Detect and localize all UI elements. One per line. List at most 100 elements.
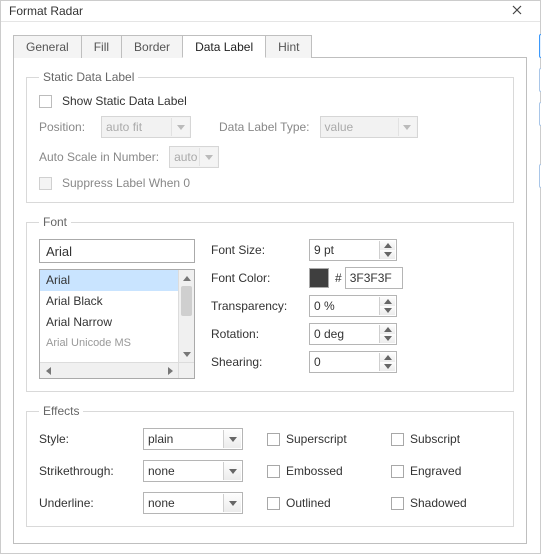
subscript-checkbox[interactable]	[391, 433, 404, 446]
font-size-spinner[interactable]: 9 pt	[309, 239, 397, 261]
scroll-right-icon[interactable]	[162, 363, 178, 378]
chevron-down-icon	[398, 118, 416, 136]
transparency-label: Transparency:	[211, 299, 301, 313]
list-item[interactable]: Arial Black	[40, 291, 178, 312]
scroll-down-icon[interactable]	[179, 346, 194, 362]
font-color-label: Font Color:	[211, 271, 301, 285]
engraved-checkbox[interactable]	[391, 465, 404, 478]
horizontal-scrollbar[interactable]	[40, 362, 178, 378]
underline-value: none	[148, 496, 175, 510]
vertical-scrollbar[interactable]	[178, 270, 194, 362]
titlebar: Format Radar	[1, 1, 540, 22]
chevron-down-icon	[223, 430, 241, 448]
transparency-spinner[interactable]: 0 %	[309, 295, 397, 317]
tab-general[interactable]: General	[13, 35, 82, 58]
font-size-label: Font Size:	[211, 243, 301, 257]
strikethrough-label: Strikethrough:	[39, 464, 129, 478]
underline-label: Underline:	[39, 496, 129, 510]
main-area: General Fill Border Data Label Hint Stat…	[13, 34, 527, 544]
position-value: auto fit	[106, 120, 142, 134]
dialog-body: General Fill Border Data Label Hint Stat…	[1, 22, 540, 556]
spin-down-icon[interactable]	[380, 250, 395, 259]
scroll-up-icon[interactable]	[179, 270, 194, 286]
auto-scale-select: auto	[169, 146, 219, 168]
suppress-checkbox	[39, 177, 52, 190]
shadowed-label: Shadowed	[410, 496, 467, 510]
style-value: plain	[148, 432, 173, 446]
chevron-down-icon	[223, 462, 241, 480]
auto-scale-label: Auto Scale in Number:	[39, 150, 159, 164]
window-title: Format Radar	[9, 4, 502, 18]
data-label-type-label: Data Label Type:	[219, 120, 310, 134]
font-list-items: Arial Arial Black Arial Narrow Arial Uni…	[40, 270, 178, 362]
style-label: Style:	[39, 432, 129, 446]
chevron-down-icon	[199, 148, 217, 166]
style-select[interactable]: plain	[143, 428, 243, 450]
chevron-down-icon	[171, 118, 189, 136]
list-item[interactable]: Arial Unicode MS	[40, 333, 178, 354]
font-props-column: Font Size: 9 pt Font Color: #	[211, 239, 501, 379]
embossed-checkbox[interactable]	[267, 465, 280, 478]
embossed-label: Embossed	[286, 464, 343, 478]
show-static-checkbox[interactable]	[39, 95, 52, 108]
close-icon	[512, 5, 522, 15]
effects-legend: Effects	[39, 404, 83, 418]
tab-hint[interactable]: Hint	[265, 35, 312, 58]
close-button[interactable]	[502, 1, 532, 21]
tab-border[interactable]: Border	[121, 35, 183, 58]
rotation-spinner[interactable]: 0 deg	[309, 323, 397, 345]
color-hex-input[interactable]: 3F3F3F	[345, 267, 403, 289]
scroll-corner	[178, 362, 194, 378]
spin-down-icon[interactable]	[380, 306, 395, 315]
rotation-label: Rotation:	[211, 327, 301, 341]
static-data-label-group: Static Data Label Show Static Data Label…	[26, 70, 514, 203]
shearing-spinner[interactable]: 0	[309, 351, 397, 373]
font-legend: Font	[39, 215, 71, 229]
underline-select[interactable]: none	[143, 492, 243, 514]
position-select: auto fit	[101, 116, 191, 138]
strikethrough-value: none	[148, 464, 175, 478]
list-item[interactable]: Arial Narrow	[40, 312, 178, 333]
spin-down-icon[interactable]	[380, 334, 395, 343]
font-group: Font Arial Arial Arial Black Arial Narro…	[26, 215, 514, 392]
font-family-value: Arial	[46, 244, 72, 259]
dialog-window: Format Radar General Fill Border Data La…	[0, 0, 541, 554]
font-family-column: Arial Arial Arial Black Arial Narrow Ari…	[39, 239, 195, 379]
data-label-type-select: value	[320, 116, 418, 138]
outlined-label: Outlined	[286, 496, 331, 510]
strikethrough-select[interactable]: none	[143, 460, 243, 482]
suppress-label: Suppress Label When 0	[62, 176, 190, 190]
hash-symbol: #	[335, 271, 342, 285]
auto-scale-value: auto	[174, 150, 197, 164]
spin-down-icon[interactable]	[380, 362, 395, 371]
effects-group: Effects Style: plain Superscript Subscri…	[26, 404, 514, 527]
spin-up-icon[interactable]	[380, 241, 395, 250]
position-label: Position:	[39, 120, 91, 134]
tab-panel: Static Data Label Show Static Data Label…	[13, 58, 527, 544]
color-swatch[interactable]	[309, 268, 329, 288]
color-hex-value: 3F3F3F	[350, 271, 392, 285]
spin-up-icon[interactable]	[380, 353, 395, 362]
spin-up-icon[interactable]	[380, 297, 395, 306]
scroll-left-icon[interactable]	[40, 363, 56, 378]
font-family-list[interactable]: Arial Arial Black Arial Narrow Arial Uni…	[39, 269, 195, 379]
superscript-checkbox[interactable]	[267, 433, 280, 446]
superscript-label: Superscript	[286, 432, 347, 446]
static-data-label-legend: Static Data Label	[39, 70, 138, 84]
tab-data-label[interactable]: Data Label	[182, 35, 266, 58]
shearing-label: Shearing:	[211, 355, 301, 369]
outlined-checkbox[interactable]	[267, 497, 280, 510]
font-family-input[interactable]: Arial	[39, 239, 195, 263]
scroll-thumb[interactable]	[181, 286, 192, 316]
font-size-value: 9 pt	[314, 243, 334, 257]
chevron-down-icon	[223, 494, 241, 512]
tab-fill[interactable]: Fill	[81, 35, 122, 58]
shadowed-checkbox[interactable]	[391, 497, 404, 510]
subscript-label: Subscript	[410, 432, 460, 446]
list-item[interactable]: Arial	[40, 270, 178, 291]
engraved-label: Engraved	[410, 464, 461, 478]
transparency-value: 0 %	[314, 299, 335, 313]
show-static-label: Show Static Data Label	[62, 94, 187, 108]
spin-up-icon[interactable]	[380, 325, 395, 334]
data-label-type-value: value	[325, 120, 354, 134]
